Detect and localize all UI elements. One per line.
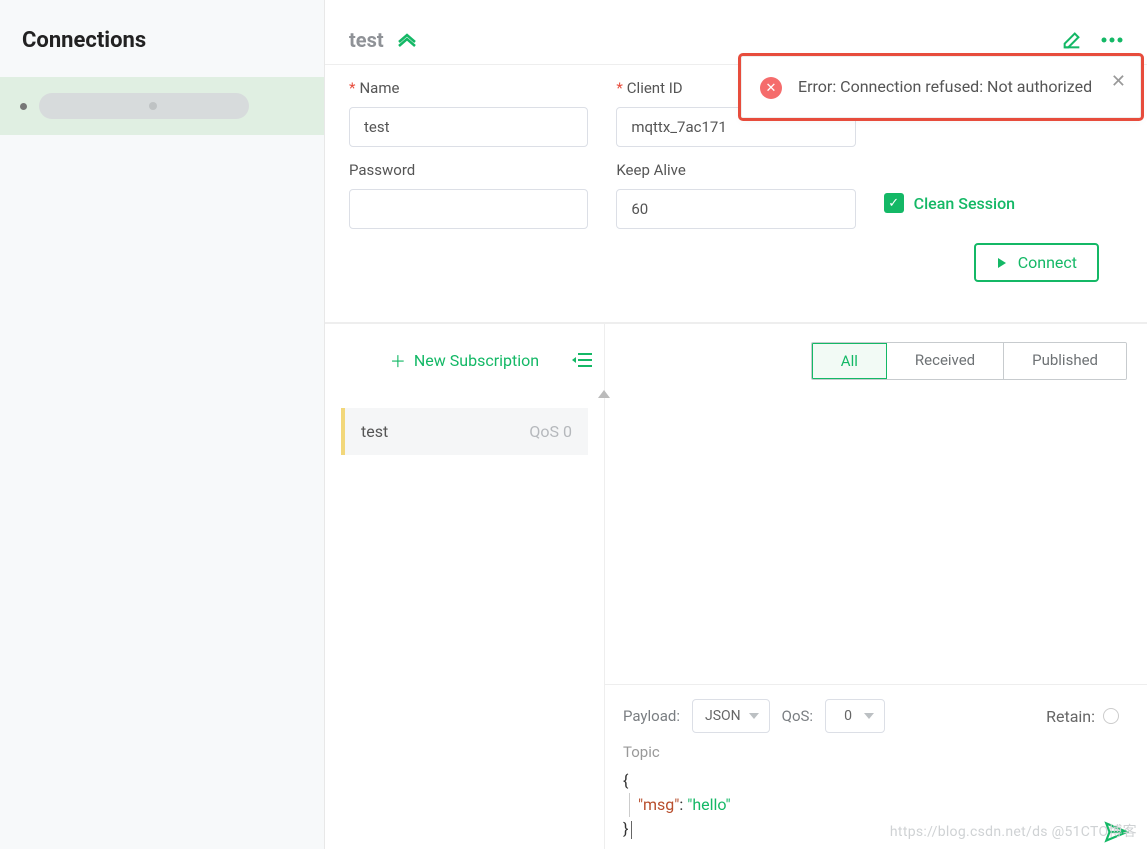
status-dot-icon (20, 103, 27, 110)
collapse-icon[interactable] (572, 352, 592, 368)
plus-icon: ＋ (390, 348, 406, 372)
payload-format-select[interactable]: JSON (692, 699, 770, 733)
retain-label: Retain: (1046, 707, 1095, 726)
name-label: *Name (349, 79, 588, 97)
subscription-panel: ＋ New Subscription test QoS 0 (325, 324, 605, 849)
sidebar: Connections (0, 0, 325, 849)
edit-icon[interactable] (1061, 29, 1083, 51)
message-list (605, 398, 1147, 684)
tab-received[interactable]: Received (887, 343, 1004, 379)
tab-published[interactable]: Published (1004, 343, 1126, 379)
more-icon[interactable] (1101, 37, 1123, 43)
connect-button[interactable]: Connect (974, 243, 1099, 282)
chevron-up-icon[interactable] (398, 33, 416, 47)
connection-name-redacted (39, 93, 249, 119)
send-icon[interactable] (1103, 819, 1129, 845)
qos-label: QoS: (782, 707, 813, 725)
main-panel: test *Name *Client ID (325, 0, 1147, 849)
error-toast: ✕ Error: Connection refused: Not authori… (741, 56, 1141, 118)
retain-radio[interactable] (1103, 708, 1119, 724)
compose-area: Payload: JSON QoS: 0 Retain: Topic { (605, 684, 1147, 849)
message-panel: All Received Published Payload: JSON QoS… (605, 324, 1147, 849)
keepalive-label: Keep Alive (616, 161, 855, 179)
password-input[interactable] (349, 189, 588, 229)
subscription-qos: QoS 0 (529, 422, 572, 441)
payload-label: Payload: (623, 707, 680, 725)
error-icon: ✕ (760, 77, 782, 99)
keepalive-input[interactable] (616, 189, 855, 229)
error-message: Error: Connection refused: Not authorize… (798, 75, 1092, 99)
subscription-item[interactable]: test QoS 0 (341, 408, 588, 455)
tab-all[interactable]: All (811, 342, 888, 380)
qos-select[interactable]: 0 (825, 699, 885, 733)
play-icon (996, 257, 1008, 269)
message-filter-tabs: All Received Published (811, 342, 1127, 380)
scroll-up-icon[interactable] (598, 390, 610, 398)
connection-list-item[interactable] (0, 77, 324, 135)
topic-input-label[interactable]: Topic (623, 743, 1129, 761)
name-input[interactable] (349, 107, 588, 147)
clean-session-checkbox[interactable]: ✓ (884, 193, 904, 213)
clean-session-label: Clean Session (914, 194, 1015, 213)
subscription-topic: test (361, 422, 388, 441)
connections-title: Connections (0, 0, 324, 77)
close-icon[interactable]: ✕ (1111, 71, 1126, 92)
new-subscription-button[interactable]: ＋ New Subscription (390, 348, 539, 372)
connection-tab-title[interactable]: test (349, 28, 384, 52)
password-label: Password (349, 161, 588, 179)
payload-editor[interactable]: { "msg": "hello" } (623, 769, 1129, 841)
